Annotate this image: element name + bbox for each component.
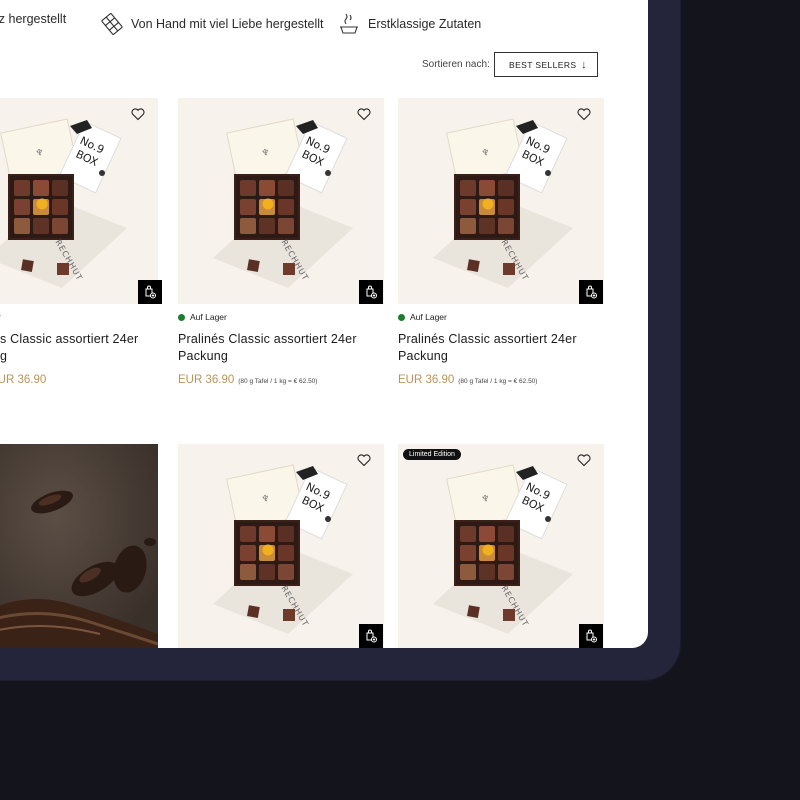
price-unit-note: (80 g Tafel / 1 kg = € 62.50)	[458, 378, 538, 385]
feature-swiss: iz hergestellt	[0, 12, 66, 26]
heart-icon[interactable]	[576, 452, 592, 468]
in-stock-dot	[178, 313, 185, 321]
shopping-bag-plus-icon	[586, 285, 597, 299]
in-stock-dot	[398, 313, 405, 321]
sort-dropdown[interactable]: BEST SELLERS ↓	[494, 52, 598, 77]
product-image[interactable]: ♆ No.9 BOX RECHHUT	[178, 444, 384, 648]
heart-icon[interactable]	[576, 106, 592, 122]
shopping-bag-plus-icon	[145, 285, 156, 299]
title-line: Packung	[398, 349, 449, 363]
product-image[interactable]: ♆ No.9 BOX RECHHUT	[398, 98, 604, 304]
product-title[interactable]: Pralinés Classic assortiert 24er Packung	[178, 331, 378, 365]
stock-label: Auf Lager	[410, 312, 447, 322]
arrow-down-icon: ↓	[581, 58, 587, 71]
product-title[interactable]: s Classic assortiert 24er g	[0, 331, 200, 365]
price-unit-note: (80 g Tafel / 1 kg = € 62.50)	[238, 378, 318, 385]
heart-icon[interactable]	[356, 452, 372, 468]
cocoa-beans-image	[0, 444, 158, 648]
product-image[interactable]: ♆ No.9 BOX RECHHUT	[398, 444, 604, 648]
feature-label: iz hergestellt	[0, 12, 67, 26]
feature-ingredients: Erstklassige Zutaten	[338, 12, 481, 36]
shopping-bag-plus-icon	[366, 629, 377, 643]
title-line: Pralinés Classic assortiert 24er	[398, 332, 577, 346]
shop-screen: iz hergestellt Von Hand mit viel Liebe h…	[0, 0, 648, 648]
stock-status: Auf Lager	[178, 312, 227, 322]
product-image[interactable]: ♆ No.9 BOX RECHHUT	[178, 98, 384, 304]
cooking-pot-icon	[338, 12, 360, 36]
price-value: EUR 36.90	[398, 374, 455, 386]
chocolate-bar-icon	[101, 12, 123, 36]
stock-status: r	[0, 312, 1, 322]
feature-label: Erstklassige Zutaten	[368, 17, 482, 31]
stock-label: r	[0, 312, 1, 322]
shopping-bag-plus-icon	[366, 285, 377, 299]
stock-status: Auf Lager	[398, 312, 447, 322]
product-price: EUR 36.90 (80 g Tafel / 1 kg = € 62.50)	[398, 374, 537, 386]
heart-icon[interactable]	[356, 106, 372, 122]
add-to-cart-button[interactable]	[359, 624, 383, 648]
limited-edition-badge: Limited Edition	[403, 449, 461, 460]
add-to-cart-button[interactable]	[359, 280, 383, 304]
stock-label: Auf Lager	[190, 312, 227, 322]
add-to-cart-button[interactable]	[579, 624, 603, 648]
title-line: g	[0, 349, 8, 363]
product-price: EUR 36.90	[0, 374, 46, 386]
sort-value: BEST SELLERS	[509, 59, 577, 70]
product-price: EUR 36.90 (80 g Tafel / 1 kg = € 62.50)	[178, 374, 317, 386]
feature-handmade: Von Hand mit viel Liebe hergestellt	[101, 12, 323, 36]
shopping-bag-plus-icon	[586, 629, 597, 643]
title-line: Packung	[178, 349, 229, 363]
sort-label: Sortieren nach:	[422, 59, 490, 70]
add-to-cart-button[interactable]	[138, 280, 162, 304]
feature-label: Von Hand mit viel Liebe hergestellt	[131, 17, 324, 31]
title-line: Pralinés Classic assortiert 24er	[178, 332, 357, 346]
heart-icon[interactable]	[130, 106, 146, 122]
product-title[interactable]: Pralinés Classic assortiert 24er Packung	[398, 331, 598, 365]
add-to-cart-button[interactable]	[579, 280, 603, 304]
title-line: s Classic assortiert 24er	[0, 332, 139, 346]
product-image[interactable]: ♆ No.9 BOX RECHHUT	[0, 98, 158, 304]
price-value: EUR 36.90	[0, 374, 47, 386]
price-value: EUR 36.90	[178, 374, 235, 386]
